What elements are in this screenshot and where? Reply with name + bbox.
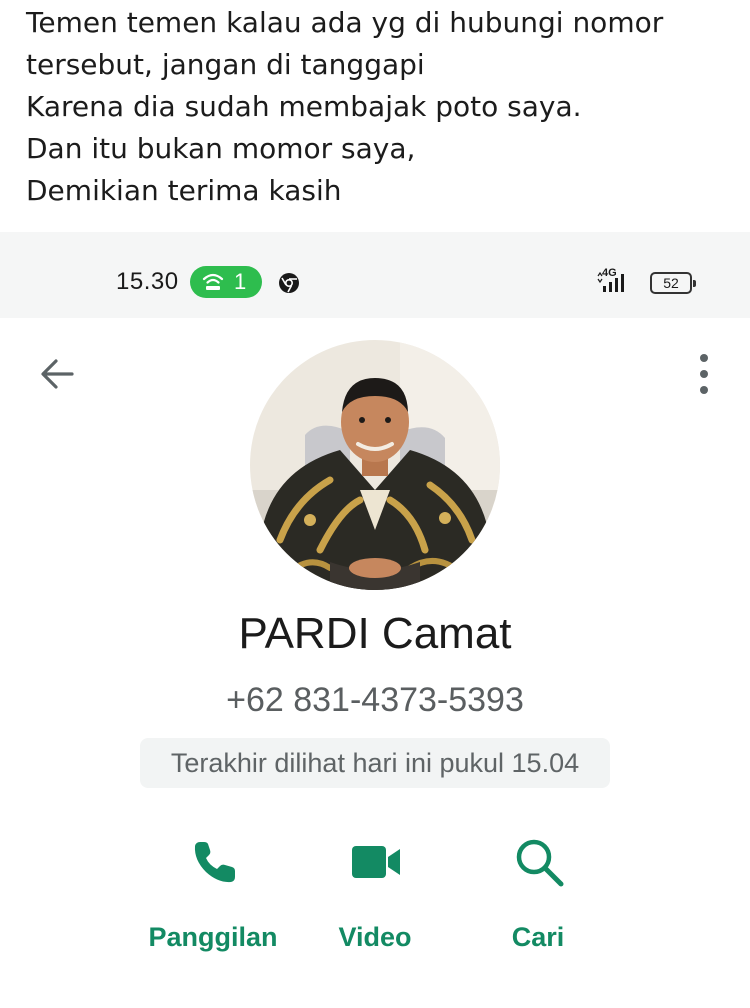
hotspot-indicator: 1 [190,266,262,298]
call-button-label: Panggilan [148,922,278,952]
caption-line: Dan itu bukan momor saya, [26,132,416,165]
video-camera-icon [352,846,400,878]
caption-line: Demikian terima kasih [26,174,342,207]
post-caption: Temen temen kalau ada yg di hubungi nomo… [26,0,736,232]
battery-icon: 52 [650,272,696,294]
video-call-button[interactable]: Video [290,824,460,970]
battery-level: 52 [663,275,679,291]
contact-name: PARDI Camat [238,609,512,658]
video-button-label: Video [338,922,412,952]
status-time: 15.30 [116,268,179,295]
caption-line: Karena dia sudah membajak poto saya. [26,90,582,123]
search-button-label: Cari [511,922,565,952]
phone-icon [194,842,235,883]
search-icon [516,839,564,887]
status-bar: 15.30 1 4G 52 [0,232,750,318]
call-button[interactable]: Panggilan [128,824,298,970]
arrow-left-icon[interactable] [36,352,80,396]
contact-phone[interactable]: +62 831-4373-5393 [0,678,750,722]
profile-photo [250,340,500,590]
search-button[interactable]: Cari [453,824,623,970]
caption-line: Temen temen kalau ada yg di hubungi nomo… [26,6,664,39]
chrome-icon [279,273,299,293]
caption-line: tersebut, jangan di tanggapi [26,48,425,81]
signal-icon [597,271,624,292]
contact-info-screenshot: 15.30 1 4G 52 PARDI Camat +62 831-4373-5… [0,232,750,1008]
last-seen-status: Terakhir dilihat hari ini pukul 15.04 [140,738,610,788]
hotspot-count: 1 [234,269,247,294]
more-vertical-icon[interactable] [684,350,724,398]
hotspot-icon [202,273,224,290]
avatar[interactable] [250,340,500,590]
page: Temen temen kalau ada yg di hubungi nomo… [0,0,750,1008]
